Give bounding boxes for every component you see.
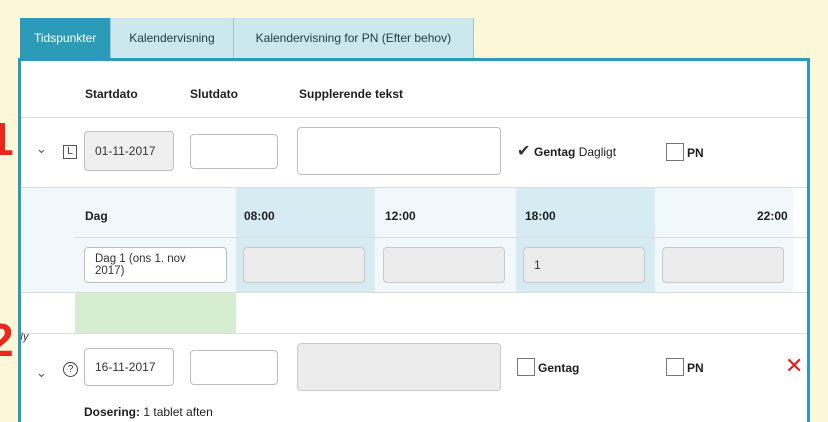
repeat-label: Gentag xyxy=(534,145,576,159)
header-supplerende-tekst: Supplerende tekst xyxy=(299,87,404,101)
chevron-down-icon[interactable]: ⌄ xyxy=(36,141,47,157)
day-field[interactable]: Dag 1 (ons 1. nov 2017) xyxy=(84,247,227,283)
start-date-field[interactable]: 01-11-2017 xyxy=(84,131,174,171)
divider xyxy=(21,117,807,118)
chevron-down-icon[interactable]: ⌄ xyxy=(36,365,47,381)
green-highlight xyxy=(75,293,236,333)
supplementary-text-field-2[interactable] xyxy=(297,343,501,391)
end-date-field[interactable] xyxy=(190,134,278,169)
time-header-2200: 22:00 xyxy=(757,209,788,223)
time-header-1800: 18:00 xyxy=(525,209,556,223)
checkmark-icon[interactable]: ✔ xyxy=(517,141,530,161)
tab-kalendervisning-pn[interactable]: Kalendervisning for PN (Efter behov) xyxy=(233,18,475,58)
repeat-label-2: Gentag xyxy=(538,361,580,375)
question-circle-icon: ? xyxy=(63,362,78,377)
start-date-field-2[interactable]: 16-11-2017 xyxy=(84,348,174,386)
dosing-value: 1 tablet aften xyxy=(143,405,213,419)
pn-label: PN xyxy=(687,146,704,160)
header-slutdato: Slutdato xyxy=(190,87,238,101)
dose-field-2200[interactable] xyxy=(662,247,784,283)
time-header-1200: 12:00 xyxy=(385,209,416,223)
tab-tidspunkter[interactable]: Tidspunkter xyxy=(20,18,112,58)
divider xyxy=(21,333,807,334)
tab-bar: Tidspunkter Kalendervisning Kalendervisn… xyxy=(20,18,475,58)
repeat-daily-label[interactable]: Gentag Dagligt xyxy=(534,145,616,159)
supplementary-text-field[interactable] xyxy=(297,127,501,175)
new-label: Ny xyxy=(21,331,29,343)
header-startdato: Startdato xyxy=(85,87,138,101)
marker-1: 1 xyxy=(0,113,14,165)
dosing-summary: Dosering: 1 tablet aften xyxy=(84,405,213,419)
pn-label-2: PN xyxy=(687,361,704,375)
day-header: Dag xyxy=(85,209,108,223)
pn-checkbox-2[interactable] xyxy=(666,358,684,376)
tab-kalendervisning[interactable]: Kalendervisning xyxy=(111,18,234,58)
marker-2: 2 xyxy=(0,314,14,366)
divider xyxy=(75,237,807,238)
close-icon[interactable]: ✕ xyxy=(785,353,803,379)
repeat-value: Dagligt xyxy=(578,145,617,159)
dose-field-1200[interactable] xyxy=(383,247,505,283)
pn-checkbox[interactable] xyxy=(666,143,684,161)
dosing-label: Dosering: xyxy=(84,405,141,419)
end-date-field-2[interactable] xyxy=(190,350,278,385)
l-box-icon: L xyxy=(63,145,77,159)
dose-field-0800[interactable] xyxy=(243,247,365,283)
dosing-panel: Startdato Slutdato Supplerende tekst ⌄ L… xyxy=(18,58,810,422)
dose-field-1800[interactable]: 1 xyxy=(523,247,645,283)
repeat-checkbox[interactable] xyxy=(517,358,535,376)
time-header-0800: 08:00 xyxy=(244,209,275,223)
